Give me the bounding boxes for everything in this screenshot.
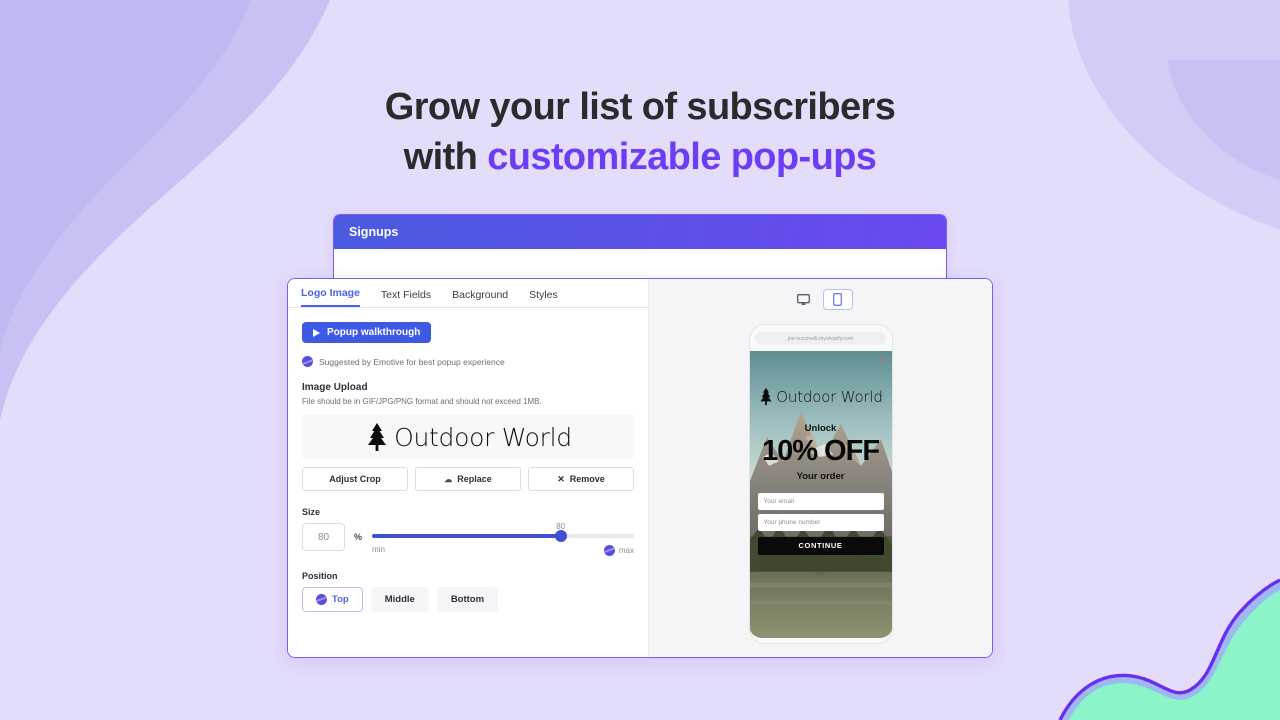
suggestion-row: Suggested by Emotive for best popup expe… [302, 356, 634, 367]
logo-wordmark: Outdoor World [394, 422, 572, 452]
slider-track[interactable] [372, 529, 634, 542]
popup-walkthrough-button[interactable]: Popup walkthrough [302, 322, 432, 343]
emotive-badge-icon-max [603, 544, 615, 556]
popup-order-text: Your order [796, 471, 845, 482]
image-upload-title: Image Upload [302, 382, 368, 393]
slider-fill [372, 534, 561, 538]
popup-close-icon[interactable]: × [879, 356, 885, 367]
editor-column: Logo Image Text Fields Background Styles… [288, 279, 649, 657]
slider-max-group: max [603, 544, 634, 556]
play-icon [313, 328, 320, 337]
url-text: joe-cuccinelli.myshopify.com [787, 335, 854, 342]
emotive-badge-icon [302, 356, 313, 367]
phone-mockup: joe-cuccinelli.myshopify.com × Outdoor W… [748, 324, 893, 644]
headline-line-1: Grow your list of subscribers [384, 86, 896, 128]
device-toggle [789, 289, 853, 310]
signups-window-header: Signups [334, 215, 946, 249]
replace-label: Replace [457, 474, 492, 484]
replace-button[interactable]: ☁ Replace [415, 467, 521, 491]
desktop-icon [797, 293, 810, 305]
slider-thumb[interactable] [554, 529, 567, 542]
popup-phone-input[interactable]: Your phone number [757, 514, 884, 531]
adjust-crop-button[interactable]: Adjust Crop [302, 467, 408, 491]
headline-accent: customizable pop-ups [487, 136, 877, 178]
editor-body: Popup walkthrough Suggested by Emotive f… [288, 308, 648, 612]
popup-unlock-text: Unlock [804, 423, 837, 434]
adjust-crop-label: Adjust Crop [329, 474, 381, 484]
remove-button[interactable]: ✕ Remove [528, 467, 634, 491]
suggestion-text: Suggested by Emotive for best popup expe… [319, 356, 505, 367]
popup-fine-print: By signing up via text you agree to rece… [758, 558, 883, 576]
popup-walkthrough-label: Popup walkthrough [327, 327, 421, 338]
tab-background[interactable]: Background [452, 289, 508, 307]
popup-logo-wordmark: Outdoor World [776, 387, 883, 406]
pine-tree-icon [368, 423, 387, 451]
desktop-view-button[interactable] [789, 289, 819, 310]
tab-logo-image[interactable]: Logo Image [301, 287, 360, 307]
remove-label: Remove [569, 474, 605, 484]
position-top-button[interactable]: Top [302, 586, 363, 612]
page-headline: Grow your list of subscribers with custo… [0, 82, 1280, 182]
pine-tree-icon-popup [760, 387, 772, 406]
slider-min-label: min [372, 544, 385, 554]
percent-sign: % [354, 532, 363, 542]
popup-continue-button[interactable]: CONTINUE [757, 536, 884, 555]
mobile-icon [833, 293, 842, 306]
popup-logo: Outdoor World [750, 387, 892, 406]
mobile-view-button[interactable] [822, 289, 853, 310]
size-control-row: % 80 min max [302, 522, 634, 556]
cloud-upload-icon: ☁ [444, 474, 453, 484]
emotive-badge-icon-top [316, 593, 327, 605]
position-bottom-button[interactable]: Bottom [436, 586, 499, 612]
position-options: Top Middle Bottom [302, 586, 634, 612]
popup-signup-form: Your email Your phone number CONTINUE By… [757, 493, 884, 576]
size-slider[interactable]: 80 min max [372, 522, 634, 556]
size-label: Size [302, 507, 321, 517]
browser-url-bar: joe-cuccinelli.myshopify.com [755, 332, 886, 345]
preview-column: joe-cuccinelli.myshopify.com × Outdoor W… [649, 279, 992, 657]
editor-tabs: Logo Image Text Fields Background Styles [288, 279, 648, 308]
tab-styles[interactable]: Styles [529, 289, 558, 307]
size-input[interactable] [302, 523, 345, 551]
position-top-label: Top [332, 593, 349, 605]
popup-preview-screen: × Outdoor World Unlock 10% OFF Your orde… [749, 351, 892, 638]
position-middle-label: Middle [384, 593, 415, 605]
headline-line-2: with customizable pop-ups [0, 132, 1280, 182]
logo-preview: Outdoor World [302, 415, 634, 459]
position-middle-button[interactable]: Middle [370, 586, 429, 612]
popup-offer-text: 10% OFF [761, 435, 880, 467]
image-upload-hint: File should be in GIF/JPG/PNG format and… [302, 397, 542, 406]
headline-prefix: with [403, 136, 488, 178]
position-label: Position [302, 570, 338, 581]
slider-max-label: max [618, 545, 634, 555]
popup-email-input[interactable]: Your email [757, 493, 884, 510]
slider-end-labels: min max [372, 544, 634, 556]
popup-editor-panel: Logo Image Text Fields Background Styles… [287, 278, 993, 658]
signups-window-title: Signups [349, 225, 399, 239]
x-icon: ✕ [557, 473, 565, 484]
tab-text-fields[interactable]: Text Fields [381, 289, 431, 307]
image-action-buttons: Adjust Crop ☁ Replace ✕ Remove [302, 467, 634, 491]
position-bottom-label: Bottom [450, 593, 485, 605]
